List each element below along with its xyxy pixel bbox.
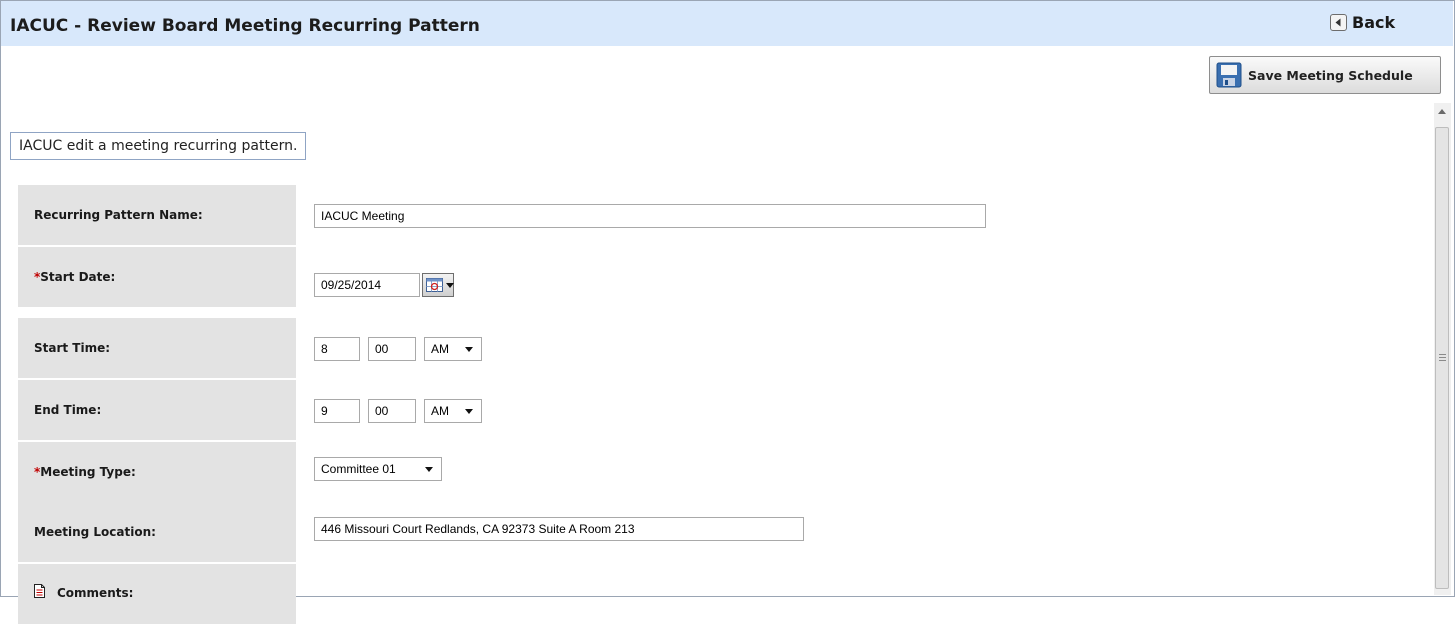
meeting-type-label: * Meeting Type: <box>18 442 296 502</box>
page-title: IACUC - Review Board Meeting Recurring P… <box>10 16 480 36</box>
chevron-down-icon <box>425 467 433 472</box>
grip-line <box>1439 357 1446 358</box>
back-label: Back <box>1352 13 1396 32</box>
instructions-text: IACUC edit a meeting recurring pattern. <box>10 132 307 160</box>
grip-line <box>1439 360 1446 361</box>
meeting-location-label: Meeting Location: <box>18 502 296 562</box>
pattern-name-label: Recurring Pattern Name: <box>18 185 296 245</box>
meeting-type-label-text: Meeting Type: <box>40 465 136 479</box>
comments-label: Comments: <box>18 564 296 624</box>
start-ampm-value: AM <box>431 342 449 356</box>
save-meeting-schedule-button[interactable]: Save Meeting Schedule <box>1209 56 1441 94</box>
end-hour-input[interactable] <box>314 399 360 423</box>
end-ampm-value: AM <box>431 404 449 418</box>
end-ampm-select[interactable]: AM <box>424 399 482 423</box>
row-meeting-type: * Meeting Type: Committee 01 <box>18 442 1434 502</box>
grip-line <box>1439 354 1446 355</box>
vertical-scrollbar[interactable] <box>1434 103 1451 595</box>
row-meeting-location: Meeting Location: <box>18 502 1434 562</box>
end-minute-input[interactable] <box>368 399 416 423</box>
row-start-time: Start Time: AM <box>18 318 1434 378</box>
chevron-down-icon <box>465 347 473 352</box>
calendar-icon <box>426 278 443 292</box>
arrow-left-icon <box>1330 14 1347 31</box>
start-ampm-select[interactable]: AM <box>424 337 482 361</box>
back-button[interactable]: Back <box>1330 13 1395 32</box>
start-time-label: Start Time: <box>18 318 296 378</box>
scroll-up-arrow-icon[interactable] <box>1438 109 1446 114</box>
page-header: IACUC - Review Board Meeting Recurring P… <box>1 1 1453 46</box>
start-minute-input[interactable] <box>368 337 416 361</box>
document-icon <box>34 584 45 598</box>
date-picker-button[interactable] <box>422 273 454 297</box>
end-time-label: End Time: <box>18 380 296 440</box>
save-button-label: Save Meeting Schedule <box>1248 67 1413 83</box>
start-date-label-text: Start Date: <box>40 270 116 284</box>
row-pattern-name: Recurring Pattern Name: <box>18 185 1434 245</box>
scrollbar-thumb[interactable] <box>1435 127 1449 589</box>
meeting-type-value: Committee 01 <box>321 462 396 476</box>
start-hour-input[interactable] <box>314 337 360 361</box>
row-start-date: * Start Date: <box>18 247 1434 307</box>
pattern-name-input[interactable] <box>314 204 986 228</box>
comments-label-text: Comments: <box>57 586 134 600</box>
start-date-label: * Start Date: <box>18 247 296 307</box>
meeting-type-select[interactable]: Committee 01 <box>314 457 442 481</box>
meeting-location-input[interactable] <box>314 517 804 541</box>
row-comments: Comments: <box>18 564 1434 624</box>
chevron-down-icon <box>446 283 454 288</box>
row-end-time: End Time: AM <box>18 380 1434 440</box>
start-date-input[interactable] <box>314 273 420 297</box>
chevron-down-icon <box>465 409 473 414</box>
floppy-disk-icon <box>1216 62 1242 88</box>
